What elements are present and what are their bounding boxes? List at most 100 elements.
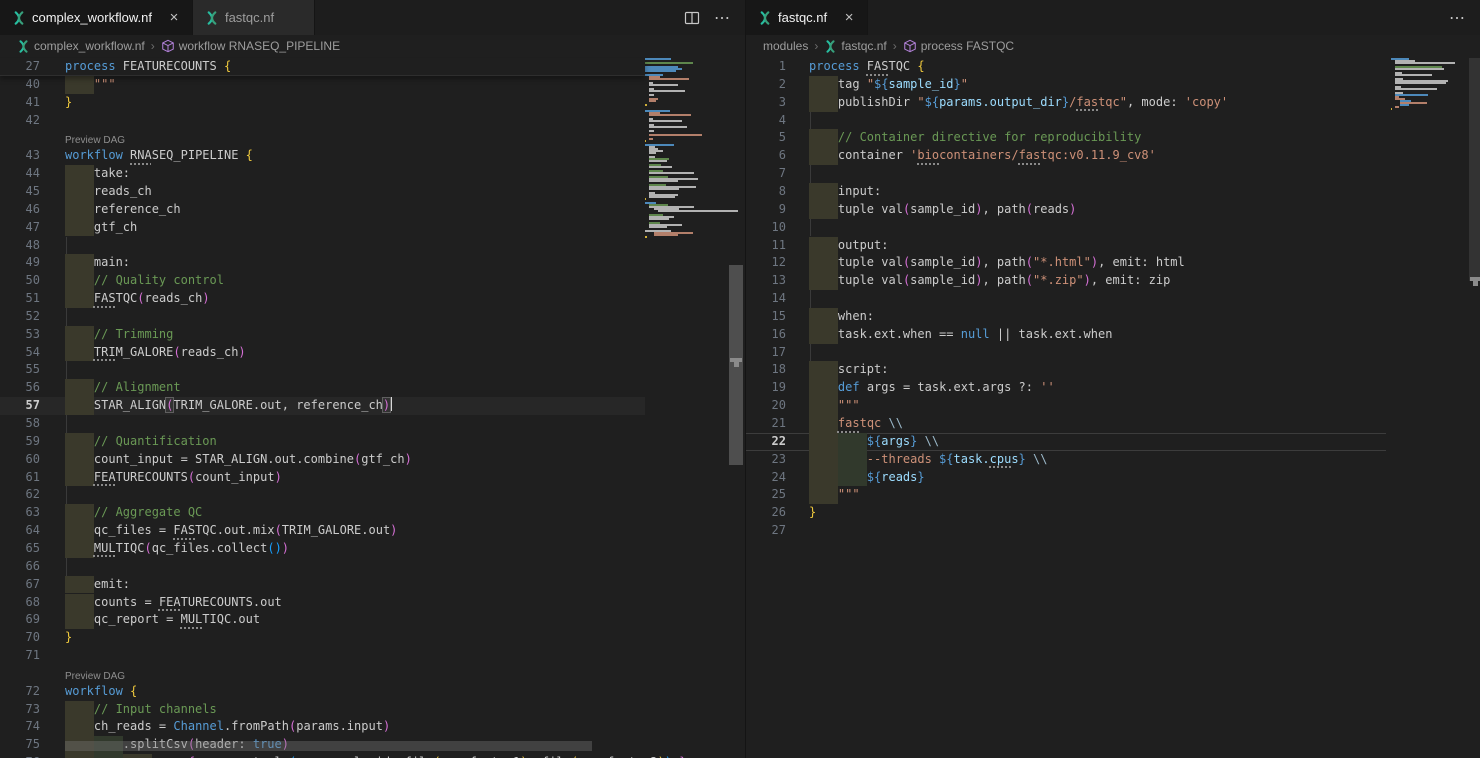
code-line[interactable]: 7: [746, 165, 1386, 183]
code-line[interactable]: 12 tuple val(sample_id), path("*.html"),…: [746, 254, 1386, 272]
line-number[interactable]: 69: [0, 611, 40, 629]
code-line[interactable]: 54 TRIM_GALORE(reads_ch): [0, 344, 645, 362]
line-number[interactable]: 44: [0, 165, 40, 183]
line-number[interactable]: 61: [0, 469, 40, 487]
breadcrumb-item[interactable]: complex_workflow.nf: [17, 39, 145, 53]
line-number[interactable]: 57: [0, 397, 40, 415]
editor-right[interactable]: 1process FASTQC {2 tag "${sample_id}"3 p…: [746, 57, 1480, 758]
line-number[interactable]: 59: [0, 433, 40, 451]
line-number[interactable]: 47: [0, 219, 40, 237]
line-number[interactable]: 41: [0, 94, 40, 112]
code-line[interactable]: 22 ${args} \\: [746, 433, 1386, 451]
code-line[interactable]: 42: [0, 112, 645, 130]
line-number[interactable]: 40: [0, 76, 40, 94]
line-number[interactable]: 43: [0, 147, 40, 165]
code-line[interactable]: 65 MULTIQC(qc_files.collect()): [0, 540, 645, 558]
tab-close-button[interactable]: ×: [841, 9, 857, 26]
line-number[interactable]: 13: [746, 272, 786, 290]
line-number[interactable]: 67: [0, 576, 40, 594]
code-line[interactable]: 52: [0, 308, 645, 326]
scrollbar-horizontal[interactable]: [65, 741, 592, 751]
line-number[interactable]: 55: [0, 361, 40, 379]
code-line[interactable]: 76 .map { row -> tuple(row.sample_id, fi…: [0, 754, 645, 758]
line-number[interactable]: 50: [0, 272, 40, 290]
line-number[interactable]: 68: [0, 594, 40, 612]
line-number[interactable]: 4: [746, 112, 786, 130]
line-number[interactable]: 12: [746, 254, 786, 272]
minimap[interactable]: [1391, 58, 1477, 298]
code-line[interactable]: 59 // Quantification: [0, 433, 645, 451]
line-number[interactable]: 2: [746, 76, 786, 94]
code-line[interactable]: 74 ch_reads = Channel.fromPath(params.in…: [0, 718, 645, 736]
line-number[interactable]: 54: [0, 344, 40, 362]
line-number[interactable]: 58: [0, 415, 40, 433]
code-line[interactable]: 4: [746, 112, 1386, 130]
line-number[interactable]: 74: [0, 718, 40, 736]
line-number[interactable]: 60: [0, 451, 40, 469]
code-line[interactable]: 47 gtf_ch: [0, 219, 645, 237]
line-number[interactable]: 17: [746, 344, 786, 362]
code-line[interactable]: 24 ${reads}: [746, 469, 1386, 487]
line-number[interactable]: 52: [0, 308, 40, 326]
code-line[interactable]: 6 container 'biocontainers/fastqc:v0.11.…: [746, 147, 1386, 165]
line-number[interactable]: 64: [0, 522, 40, 540]
line-number[interactable]: 20: [746, 397, 786, 415]
scrollbar-thumb[interactable]: [1469, 58, 1480, 281]
line-number[interactable]: 11: [746, 237, 786, 255]
line-number[interactable]: 70: [0, 629, 40, 647]
code-line[interactable]: 71: [0, 647, 645, 665]
more-actions-icon[interactable]: ⋯: [1449, 8, 1466, 28]
code-line[interactable]: 67 emit:: [0, 576, 645, 594]
code-line[interactable]: 49 main:: [0, 254, 645, 272]
line-number[interactable]: 63: [0, 504, 40, 522]
code-line[interactable]: 63 // Aggregate QC: [0, 504, 645, 522]
breadcrumb-item[interactable]: modules: [763, 39, 808, 53]
line-number[interactable]: 3: [746, 94, 786, 112]
code-line[interactable]: 16 task.ext.when == null || task.ext.whe…: [746, 326, 1386, 344]
code-line[interactable]: 27: [746, 522, 1386, 540]
code-line[interactable]: 56 // Alignment: [0, 379, 645, 397]
line-number[interactable]: 16: [746, 326, 786, 344]
line-number[interactable]: 15: [746, 308, 786, 326]
code-line[interactable]: 26}: [746, 504, 1386, 522]
line-number[interactable]: 42: [0, 112, 40, 130]
code-line[interactable]: 13 tuple val(sample_id), path("*.zip"), …: [746, 272, 1386, 290]
code-line[interactable]: 68 counts = FEATURECOUNTS.out: [0, 594, 645, 612]
breadcrumb-item[interactable]: process FASTQC: [903, 39, 1014, 53]
code-line[interactable]: 11 output:: [746, 237, 1386, 255]
code-line[interactable]: 40 """: [0, 76, 645, 94]
line-number[interactable]: 22: [746, 433, 786, 451]
code-line[interactable]: 23 --threads ${task.cpus} \\: [746, 451, 1386, 469]
code-line[interactable]: 1process FASTQC {: [746, 58, 1386, 76]
editor-left[interactable]: 40 """41}42Preview DAG43workflow RNASEQ_…: [0, 57, 745, 758]
codelens-preview-dag[interactable]: Preview DAG: [65, 129, 125, 147]
line-number[interactable]: 25: [746, 486, 786, 504]
code-line[interactable]: 64 qc_files = FASTQC.out.mix(TRIM_GALORE…: [0, 522, 645, 540]
code-line[interactable]: 2 tag "${sample_id}": [746, 76, 1386, 94]
code-line[interactable]: 8 input:: [746, 183, 1386, 201]
breadcrumb-item[interactable]: workflow RNASEQ_PIPELINE: [161, 39, 340, 53]
code-line[interactable]: 58: [0, 415, 645, 433]
code-line[interactable]: 25 """: [746, 486, 1386, 504]
code-line[interactable]: 44 take:: [0, 165, 645, 183]
line-number[interactable]: 73: [0, 701, 40, 719]
code-line[interactable]: 3 publishDir "${params.output_dir}/fastq…: [746, 94, 1386, 112]
tab-fastqc.nf[interactable]: fastqc.nf×: [193, 0, 315, 35]
line-number[interactable]: 18: [746, 361, 786, 379]
code-line[interactable]: 46 reference_ch: [0, 201, 645, 219]
code-line[interactable]: 73 // Input channels: [0, 701, 645, 719]
line-number[interactable]: 75: [0, 736, 40, 754]
line-number[interactable]: 9: [746, 201, 786, 219]
tab-fastqc.nf[interactable]: fastqc.nf×: [746, 0, 868, 35]
line-number[interactable]: 19: [746, 379, 786, 397]
line-number[interactable]: 10: [746, 219, 786, 237]
line-number[interactable]: 49: [0, 254, 40, 272]
code-line[interactable]: 66: [0, 558, 645, 576]
code-line[interactable]: 17: [746, 344, 1386, 362]
code-line[interactable]: 72workflow {: [0, 683, 645, 701]
line-number[interactable]: 66: [0, 558, 40, 576]
sticky-scroll[interactable]: 27process FEATURECOUNTS {: [0, 58, 645, 76]
scrollbar-vertical[interactable]: [729, 57, 743, 758]
line-number[interactable]: 45: [0, 183, 40, 201]
codelens-preview-dag[interactable]: Preview DAG: [65, 665, 125, 683]
